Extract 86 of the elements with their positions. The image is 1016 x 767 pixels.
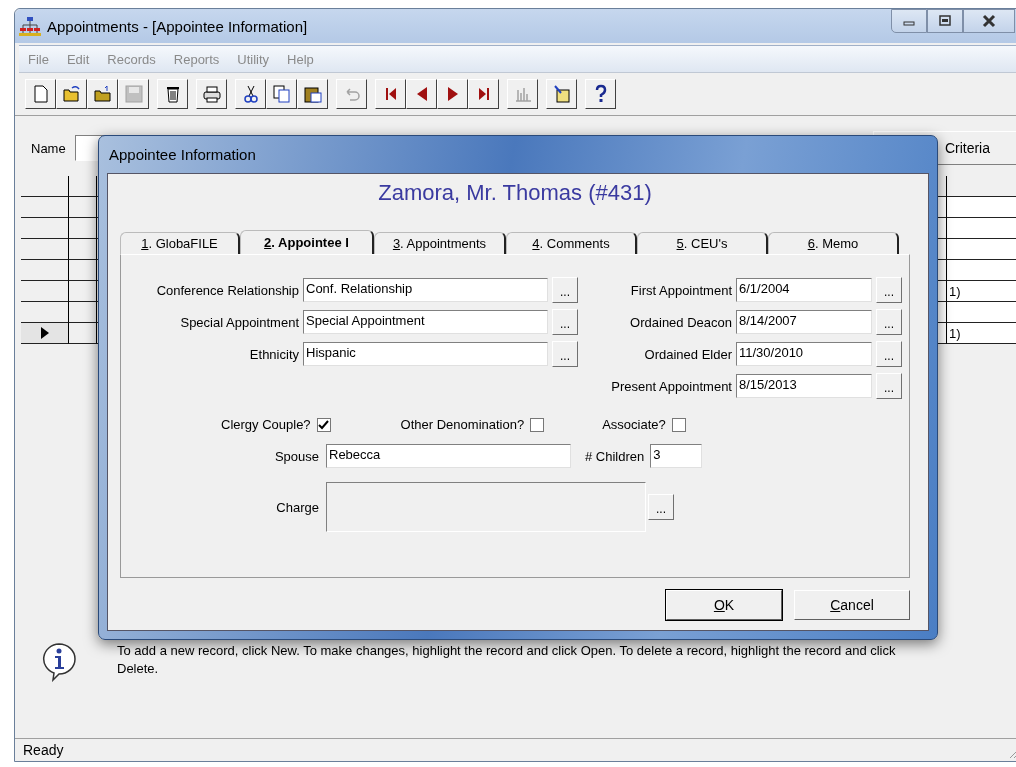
charge-field[interactable] <box>326 482 646 532</box>
window-title: Appointments - [Appointee Information] <box>47 17 308 35</box>
checkbox[interactable] <box>316 417 331 432</box>
maximize-button[interactable] <box>927 9 963 33</box>
table-cell: 1) <box>947 323 1016 344</box>
field-label: Ordained Deacon <box>629 314 732 330</box>
copy-button[interactable] <box>266 79 297 109</box>
cancel-button[interactable]: Cancel <box>794 590 910 620</box>
checkmark-icon <box>318 419 330 430</box>
name-label: Name <box>31 140 67 156</box>
field-label: First Appointment <box>629 282 732 298</box>
close-icon <box>981 14 997 28</box>
row-header[interactable] <box>21 281 69 302</box>
input-field[interactable]: Hispanic <box>303 342 548 366</box>
save-icon <box>123 84 144 104</box>
info-icon <box>41 642 77 682</box>
new-file-button[interactable] <box>25 79 56 109</box>
browse-button[interactable]: ... <box>552 309 578 335</box>
checkbox[interactable] <box>530 417 545 432</box>
help-button[interactable] <box>585 79 616 109</box>
dialog-title: Appointee Information <box>109 146 256 163</box>
date-field[interactable]: 11/30/2010 <box>736 342 872 366</box>
field-label: # Children <box>585 448 645 464</box>
browse-button[interactable]: ... <box>552 341 578 367</box>
printer-button[interactable] <box>196 79 227 109</box>
tab[interactable]: 1. GlobaFILE <box>120 232 240 254</box>
copy-icon <box>271 84 292 104</box>
folder-button[interactable] <box>87 79 118 109</box>
checkbox-label: Associate? <box>602 417 666 432</box>
open-folder-button[interactable] <box>56 79 87 109</box>
printer-icon <box>201 84 222 104</box>
scissors-button[interactable] <box>235 79 266 109</box>
tab[interactable]: 6. Memo <box>768 232 899 254</box>
browse-button[interactable]: ... <box>648 494 674 520</box>
close-button[interactable] <box>963 9 1015 33</box>
trash-button[interactable] <box>157 79 188 109</box>
date-field[interactable]: 8/14/2007 <box>736 310 872 334</box>
field-label: Present Appointment <box>610 378 732 394</box>
tab[interactable]: 4. Comments <box>506 232 637 254</box>
field-label: Charge <box>275 499 319 515</box>
row-pointer-icon <box>40 327 49 339</box>
first-record-button[interactable] <box>375 79 406 109</box>
field-label: Special Appointment <box>179 314 299 330</box>
date-field[interactable]: 8/15/2013 <box>736 374 872 398</box>
row-header[interactable] <box>21 302 69 323</box>
browse-button[interactable]: ... <box>876 341 902 367</box>
last-record-button[interactable] <box>468 79 499 109</box>
tab[interactable]: 3. Appointments <box>374 232 506 254</box>
row-header[interactable] <box>21 260 69 281</box>
date-field[interactable]: 6/1/2004 <box>736 278 872 302</box>
org-chart-icon <box>19 16 41 36</box>
appointee-heading: Zamora, Mr. Thomas (#431) <box>377 180 653 207</box>
wand-icon <box>551 84 572 104</box>
browse-button[interactable]: ... <box>552 277 578 303</box>
input-field[interactable]: Special Appointment <box>303 310 548 334</box>
field-label: Conference Relationship <box>155 282 299 298</box>
tab[interactable]: 5. CEU's <box>637 232 768 254</box>
previous-button[interactable] <box>406 79 437 109</box>
row-header[interactable] <box>21 218 69 239</box>
table-cell: 1) <box>947 281 1016 302</box>
paste-button[interactable] <box>297 79 328 109</box>
browse-button[interactable]: ... <box>876 373 902 399</box>
open-folder-icon <box>61 84 82 104</box>
row-header[interactable] <box>21 323 69 344</box>
next-button[interactable] <box>437 79 468 109</box>
wand-button[interactable] <box>546 79 577 109</box>
input-field[interactable]: 3 <box>650 444 703 468</box>
folder-icon <box>92 84 113 104</box>
row-header[interactable] <box>21 197 69 218</box>
maximize-icon <box>938 15 952 27</box>
input-field[interactable]: Conf. Relationship <box>303 278 548 302</box>
help-text: To add a new record, click New. To make changes, highlight the record and click Open. To delete a record, highlight the record and click Delete. <box>116 642 897 678</box>
checkbox-label: Other Denomination? <box>400 417 525 432</box>
field-label: Spouse <box>273 448 319 464</box>
paste-icon <box>302 84 323 104</box>
checkbox[interactable] <box>671 417 686 432</box>
tab[interactable]: 2. Appointee I <box>240 230 374 254</box>
browse-button[interactable]: ... <box>876 309 902 335</box>
checkbox-label: Clergy Couple? <box>221 417 311 432</box>
row-header[interactable] <box>21 239 69 260</box>
status-text: Ready <box>23 742 64 758</box>
browse-button[interactable]: ... <box>876 277 902 303</box>
field-label: Ordained Elder <box>643 346 732 362</box>
field-label: Ethnicity <box>248 346 299 362</box>
input-field[interactable]: Rebecca <box>326 444 571 468</box>
ok-button[interactable]: OK <box>666 590 782 620</box>
